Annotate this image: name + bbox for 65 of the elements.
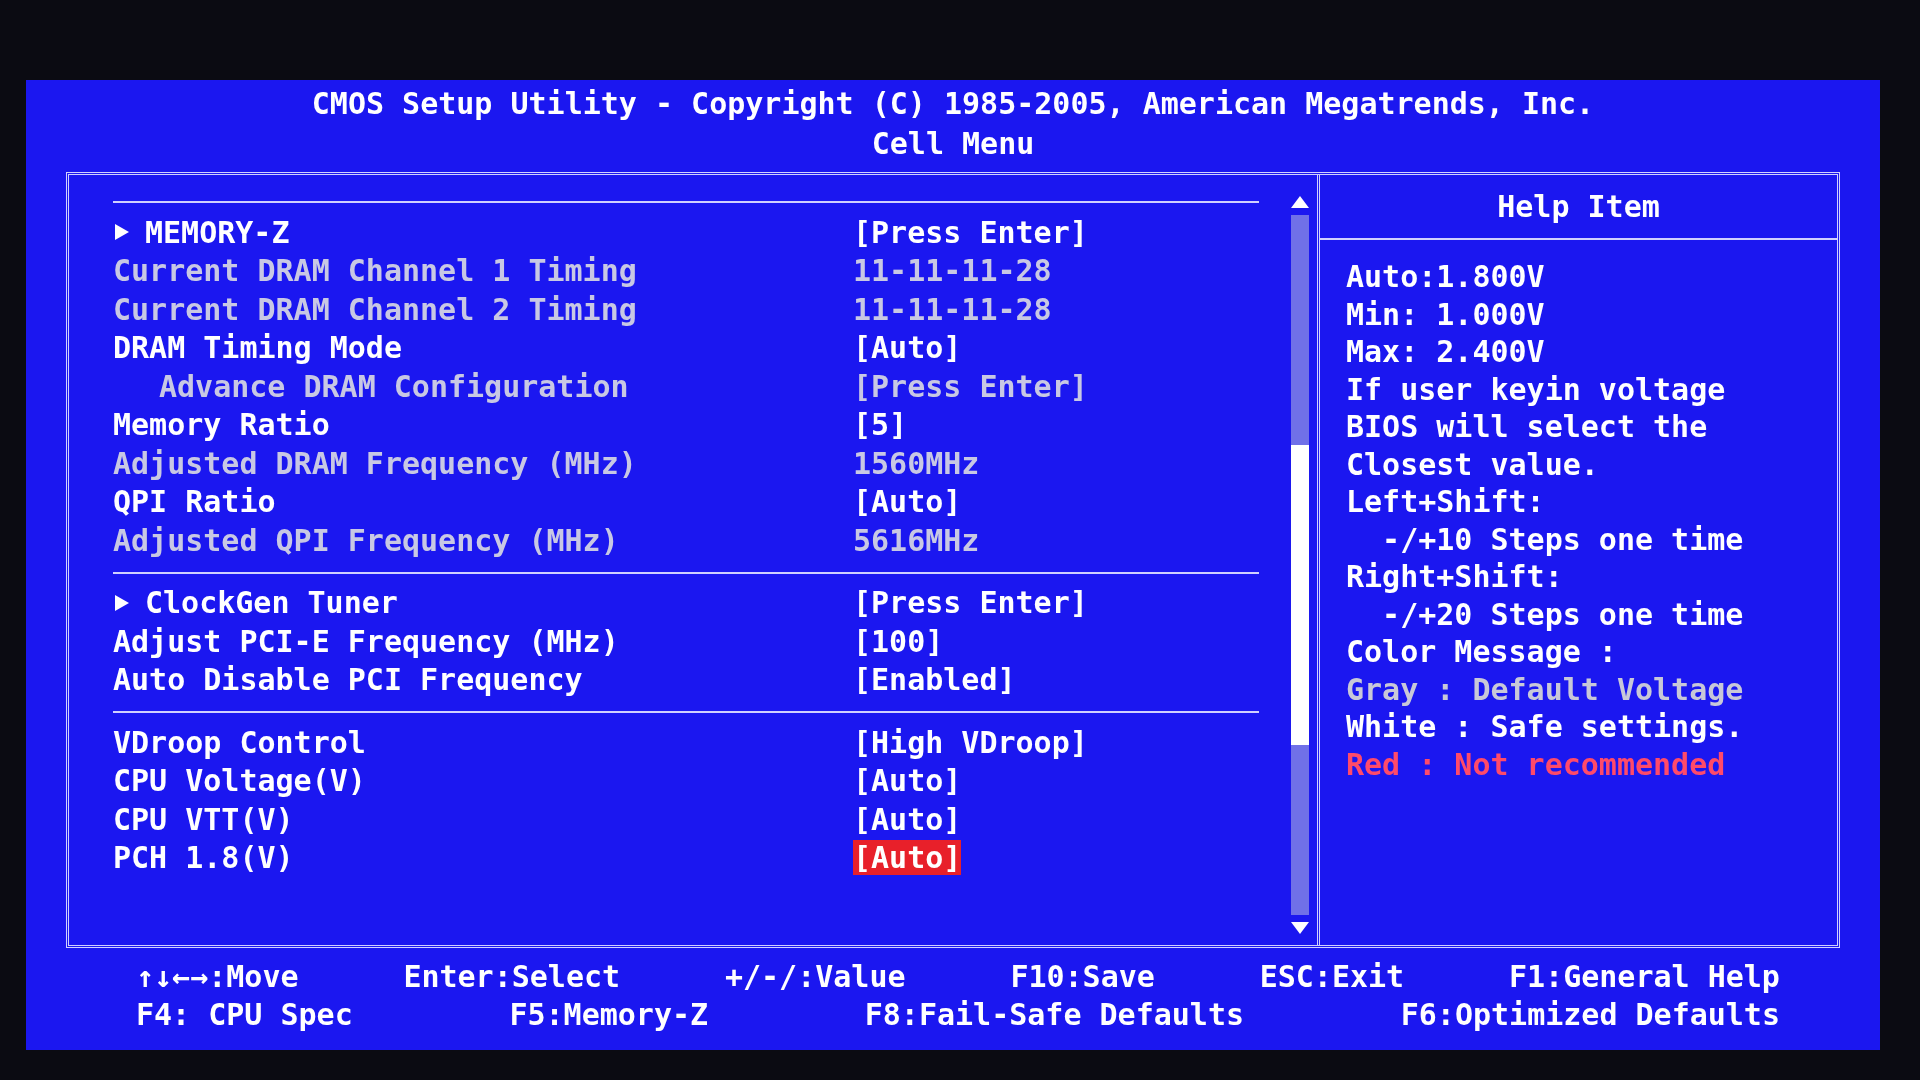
setting-label[interactable]: DRAM Timing Mode [113,330,402,366]
scroll-up-icon[interactable] [1290,195,1310,209]
triangle-icon [113,222,131,243]
bios-title: CMOS Setup Utility - Copyright (C) 1985-2005, American Megatrends, Inc. [310,85,1596,123]
setting-value: 1560MHz [853,445,980,481]
setting-value[interactable]: [Auto] [853,484,962,520]
help-title: Help Item [1320,175,1837,240]
key-hint: ↑↓←→:Move [136,958,299,996]
scrollbar-thumb[interactable] [1291,445,1309,745]
setting-label[interactable]: CPU VTT(V) [113,801,294,837]
key-hint: F5:Memory-Z [509,996,709,1034]
menu-title: Cell Menu [870,125,1036,163]
setting-label: Advance DRAM Configuration [159,368,629,404]
help-line: Red : Not recommended [1346,745,1727,783]
setting-label[interactable]: ClockGen Tuner [145,585,398,621]
help-line: Color Message : [1346,633,1618,671]
setting-value[interactable]: [Auto] [853,801,962,837]
help-line: Max: 2.400V [1346,333,1546,371]
setting-value[interactable]: [5] [853,407,908,443]
setting-label[interactable]: PCH 1.8(V) [113,840,294,876]
setting-label[interactable]: Adjust PCI-E Frequency (MHz) [113,623,619,659]
setting-value[interactable]: [Auto] [853,763,962,799]
key-hint: +/-/:Value [724,958,906,996]
setting-value[interactable]: [Auto] [853,840,962,876]
key-hint: F6:Optimized Defaults [1400,996,1780,1034]
setting-label: Current DRAM Channel 2 Timing [113,291,637,327]
help-line: Left+Shift: [1346,483,1546,521]
setting-value[interactable]: [Press Enter] [853,214,1088,250]
scrollbar-track[interactable] [1291,215,1309,915]
help-line: Closest value. [1346,445,1600,483]
setting-value[interactable]: [Enabled] [853,662,1016,698]
help-line: -/+20 Steps one time [1381,595,1745,633]
help-line: -/+10 Steps one time [1381,520,1745,558]
key-hint: F8:Fail-Safe Defaults [864,996,1245,1034]
setting-label: Adjusted QPI Frequency (MHz) [113,522,619,558]
scroll-down-icon[interactable] [1290,921,1310,935]
setting-value[interactable]: [Auto] [853,330,962,366]
setting-value: 11-11-11-28 [853,253,1052,289]
setting-label[interactable]: VDroop Control [113,724,366,760]
help-line: White : Safe settings. [1346,708,1745,746]
setting-label[interactable]: QPI Ratio [113,484,276,520]
setting-value: [Press Enter] [853,368,1088,404]
setting-value: 5616MHz [853,522,980,558]
key-hint: F10:Save [1010,958,1155,996]
setting-label[interactable]: Memory Ratio [113,407,330,443]
setting-value[interactable]: [100] [853,623,944,659]
help-line: Auto:1.800V [1346,258,1546,296]
key-hint: ESC:Exit [1259,958,1405,996]
key-hint: F1:General Help [1509,958,1780,996]
help-line: BIOS will select the [1346,408,1709,446]
setting-label: Current DRAM Channel 1 Timing [113,253,637,289]
help-line: Right+Shift: [1346,558,1564,596]
help-line: Gray : Default Voltage [1346,670,1745,708]
triangle-icon [113,592,131,613]
setting-value[interactable]: [High VDroop] [853,724,1088,760]
setting-label[interactable]: MEMORY-Z [145,214,290,250]
setting-value[interactable]: [Press Enter] [853,585,1088,621]
help-line: If user keyin voltage [1346,370,1727,408]
setting-label[interactable]: CPU Voltage(V) [113,763,366,799]
setting-label: Adjusted DRAM Frequency (MHz) [113,445,637,481]
setting-value: 11-11-11-28 [853,291,1052,327]
help-line: Min: 1.000V [1346,295,1546,333]
key-hint: Enter:Select [403,958,621,996]
key-hint: F4: CPU Spec [136,996,353,1034]
setting-label[interactable]: Auto Disable PCI Frequency [113,662,583,698]
